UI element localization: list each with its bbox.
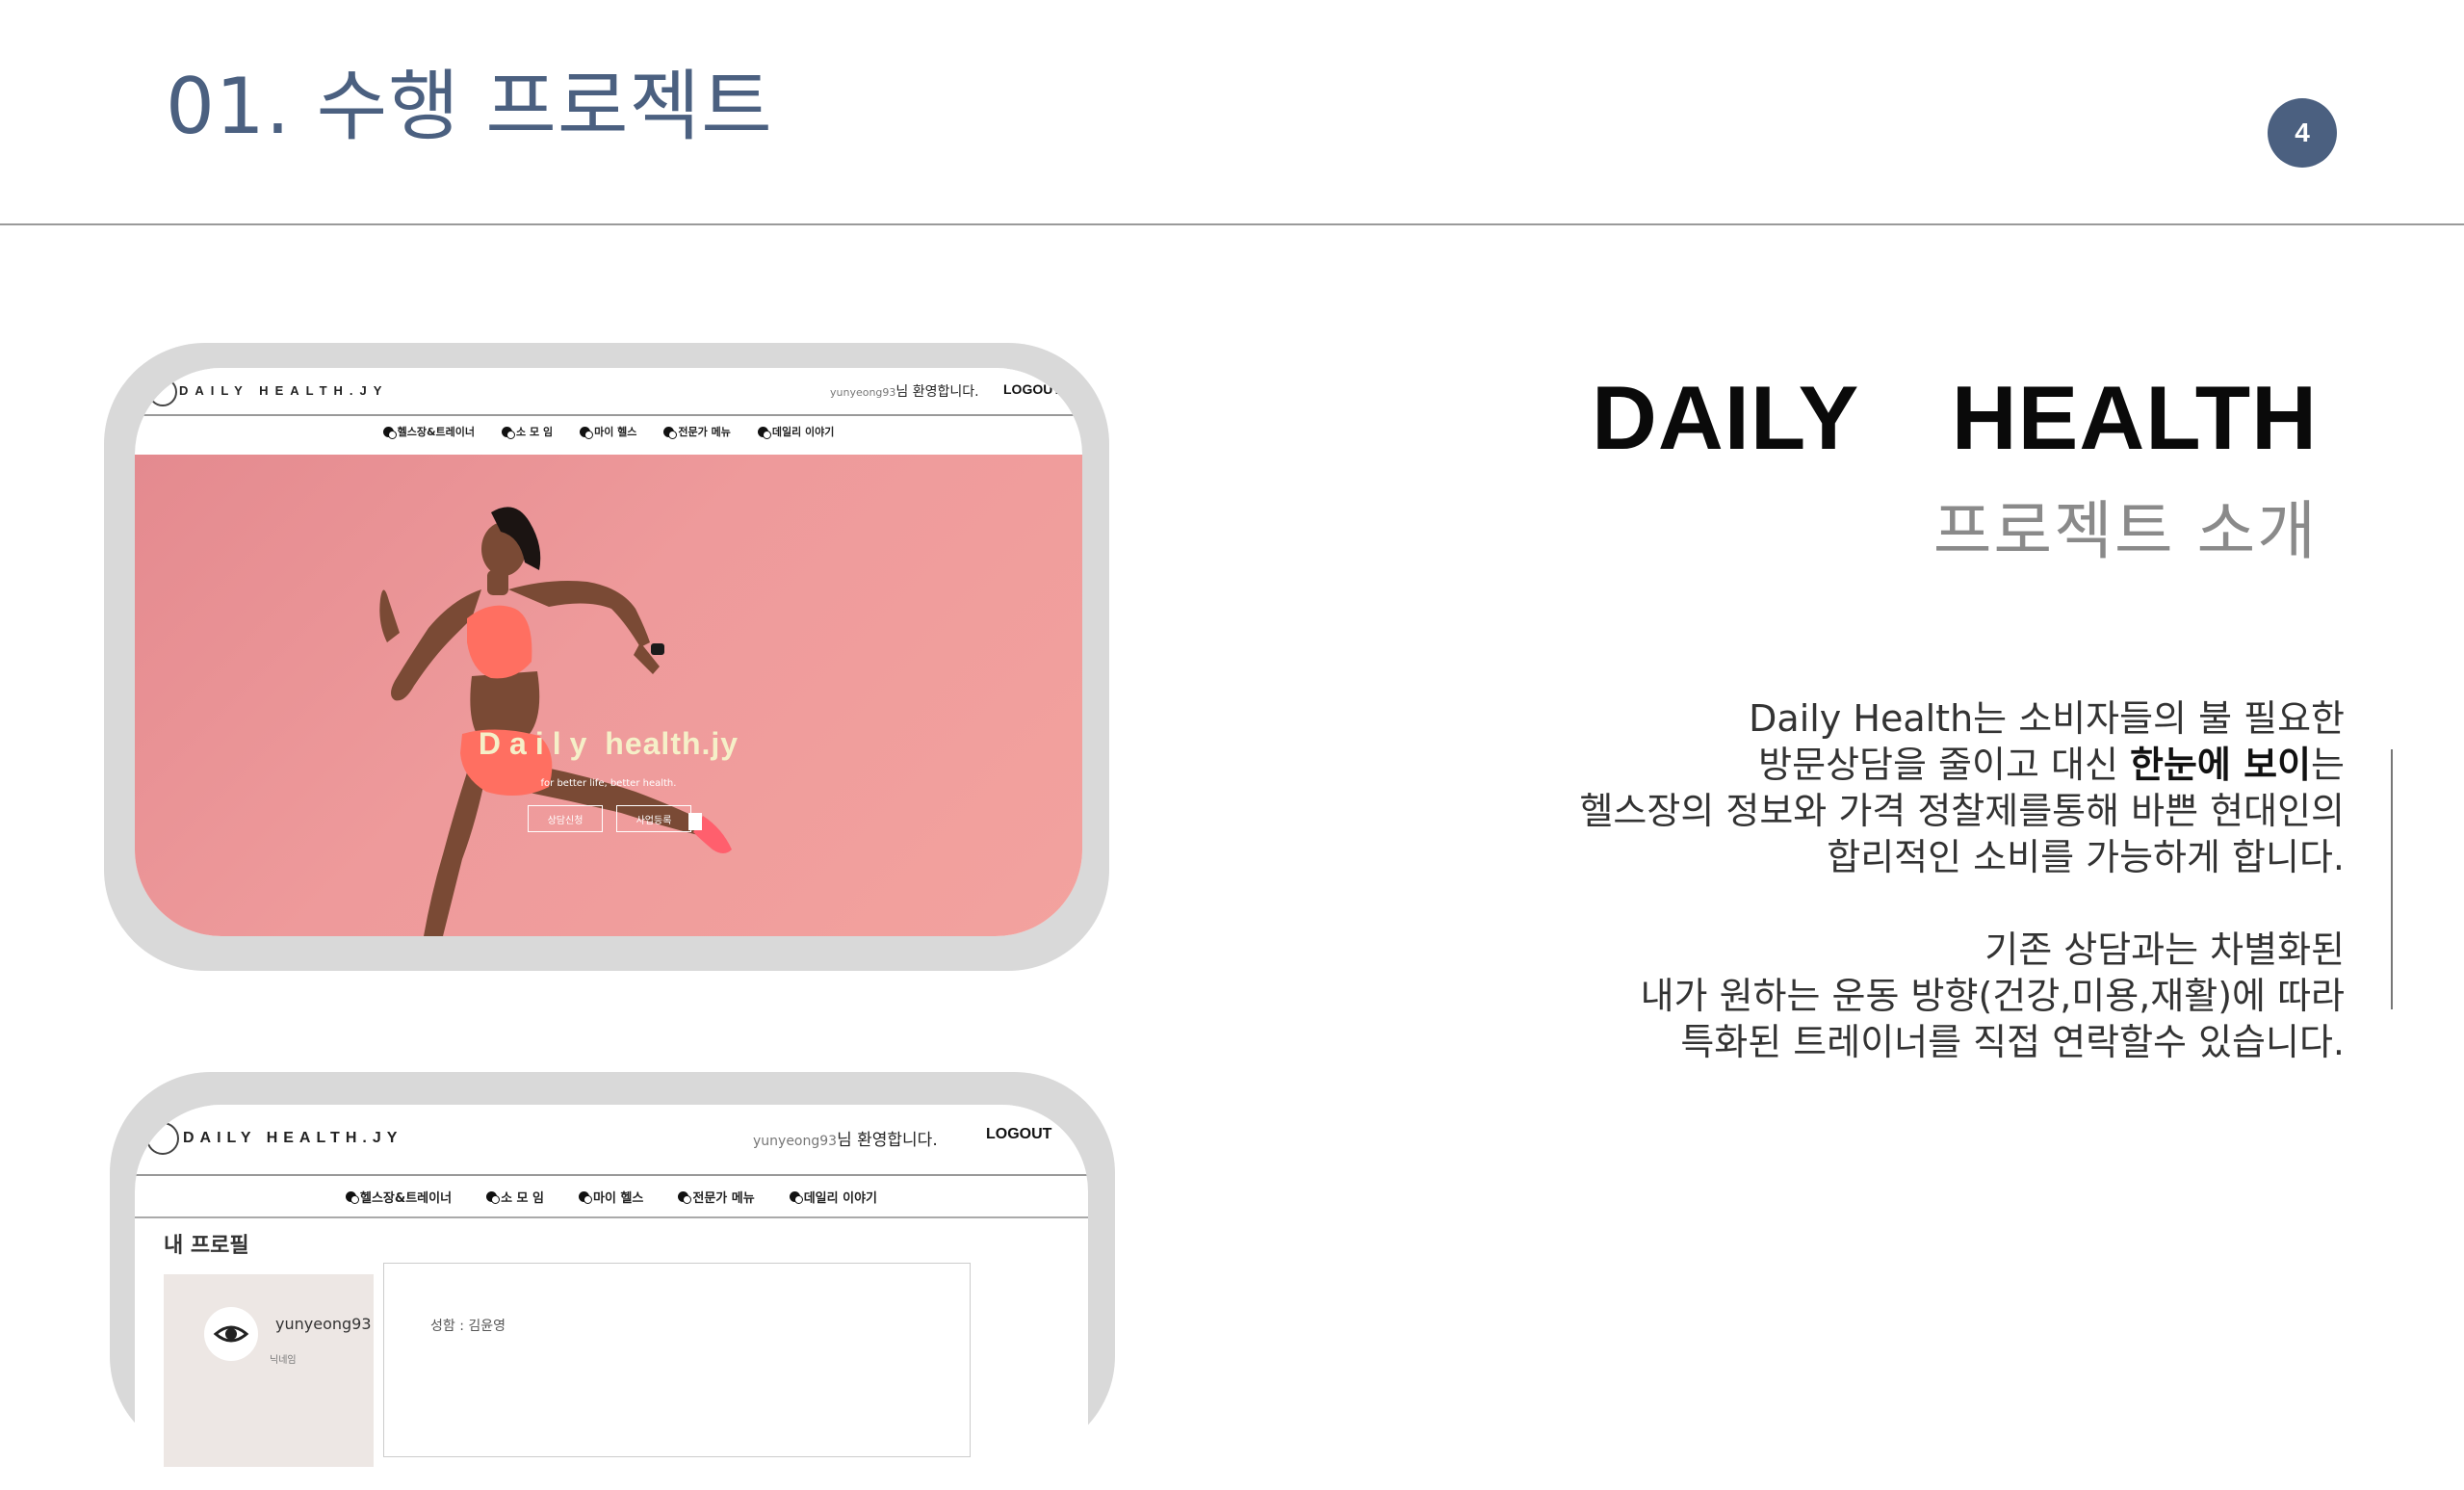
runner-image: [379, 507, 732, 936]
nav-bullet-icon: [789, 1190, 803, 1204]
nav-item-meetup[interactable]: 소 모 임: [486, 1186, 544, 1207]
nav-label: 마이 헬스: [594, 426, 637, 438]
nav-label: 마이 헬스: [593, 1190, 644, 1206]
desc-line-emphasis: 방문상담을 줄이고 대신 한눈에 보이는: [1382, 742, 2345, 788]
avatar: [204, 1307, 258, 1361]
profile-info-panel: 성함 : 김윤영: [383, 1263, 971, 1457]
desc-text: 는: [2311, 744, 2345, 786]
nav-bullet-icon: [678, 1190, 692, 1204]
site-header: DAILY HEALTH.JY yunyeong93님 환영합니다. LOGOU…: [135, 1105, 1088, 1176]
consult-request-button[interactable]: 상담신청: [528, 805, 603, 832]
desc-line: 내가 원하는 운동 방향(건강,미용,재활)에 따라: [1640, 975, 2345, 1017]
desc-line: 기존 상담과는 차별화된: [1984, 928, 2345, 971]
welcome-username: yunyeong93: [753, 1134, 838, 1149]
nav-item-gym-trainer[interactable]: 헬스장&트레이너: [346, 1186, 452, 1207]
header-divider: [0, 223, 2464, 225]
nav-label: 데일리 이야기: [771, 426, 835, 438]
profile-username: yunyeong93: [275, 1315, 372, 1333]
welcome-message: yunyeong93님 환영합니다.: [753, 1126, 938, 1150]
profile-nickname: 닉네임: [270, 1355, 297, 1366]
business-register-button[interactable]: 사업등록: [616, 805, 691, 832]
nav-bullet-icon: [502, 426, 516, 439]
nav-label: 소 모 임: [501, 1190, 544, 1206]
nav-label: 소 모 임: [516, 426, 554, 438]
nav-bullet-icon: [757, 426, 771, 439]
nav-bullet-icon: [346, 1190, 359, 1204]
hero-buttons: 상담신청 사업등록: [528, 805, 691, 832]
profile-page-screen: DAILY HEALTH.JY yunyeong93님 환영합니다. LOGOU…: [135, 1105, 1088, 1490]
welcome-text: 님 환영합니다.: [895, 384, 979, 400]
desc-line: 특화된 트레이너를 직접 연락할수 있습니다.: [1680, 1021, 2345, 1063]
brand-subtitle: 프로젝트 소개: [1932, 494, 2318, 568]
desc-line: Daily Health는 소비자들의 불 필요한: [1749, 697, 2345, 740]
nav-item-daily-story[interactable]: 데일리 이야기: [789, 1186, 877, 1207]
page-number-badge: 4: [2268, 98, 2337, 168]
desc-line: 합리적인 소비를 가능하게 합니다.: [1827, 836, 2345, 878]
hero-title: Daily health.jy: [135, 726, 1082, 762]
welcome-message: yunyeong93님 환영합니다.: [830, 381, 979, 401]
profile-page-mockup: DAILY HEALTH.JY yunyeong93님 환영합니다. LOGOU…: [110, 1072, 1115, 1490]
nav-label: 데일리 이야기: [803, 1190, 877, 1206]
desc-spacer: [1382, 880, 2345, 927]
site-nav: 헬스장&트레이너 소 모 임 마이 헬스 전문가 메뉴 데일리 이야기: [135, 424, 1082, 439]
desc-text: 방문상담을 줄이고 대신: [1758, 744, 2130, 786]
profile-name-field: 성함 : 김윤영: [430, 1319, 506, 1334]
nav-bullet-icon: [580, 426, 594, 439]
nav-label: 전문가 메뉴: [692, 1190, 755, 1206]
hero-tagline: for better life, better health.: [540, 778, 677, 789]
nav-item-my-health[interactable]: 마이 헬스: [580, 424, 636, 439]
nav-item-gym-trainer[interactable]: 헬스장&트레이너: [382, 424, 476, 439]
logout-link[interactable]: LOGOUT: [986, 1126, 1051, 1143]
hero-banner: Daily health.jy for better life, better …: [135, 455, 1082, 936]
welcome-text: 님 환영합니다.: [837, 1131, 938, 1150]
brand-title: DAILY HEALTH: [1592, 367, 2318, 468]
nav-label: 헬스장&트레이너: [397, 426, 476, 438]
nav-item-daily-story[interactable]: 데일리 이야기: [757, 424, 835, 439]
nav-label: 헬스장&트레이너: [360, 1190, 453, 1206]
desc-bold-text: 한눈에 보이: [2130, 744, 2312, 786]
site-logo[interactable]: DAILY HEALTH.JY: [179, 383, 388, 398]
hero-title-health: health.jy: [595, 726, 739, 761]
profile-heading: 내 프로필: [164, 1234, 249, 1258]
site-logo[interactable]: DAILY HEALTH.JY: [183, 1130, 402, 1147]
accent-vertical-line: [2391, 749, 2393, 1009]
logo-circle-icon: [146, 1122, 179, 1155]
site-header: DAILY HEALTH.JY yunyeong93님 환영합니다. LOGOU…: [135, 368, 1082, 416]
nav-bullet-icon: [579, 1190, 592, 1204]
nav-item-expert-menu[interactable]: 전문가 메뉴: [678, 1186, 755, 1207]
slide-title: 01. 수행 프로젝트: [166, 62, 773, 151]
profile-card: yunyeong93 닉네임: [164, 1274, 374, 1467]
nav-item-my-health[interactable]: 마이 헬스: [579, 1186, 643, 1207]
project-description: Daily Health는 소비자들의 불 필요한 방문상담을 줄이고 대신 한…: [1382, 695, 2345, 1065]
hero-title-daily: Daily: [478, 726, 596, 761]
nav-item-expert-menu[interactable]: 전문가 메뉴: [663, 424, 731, 439]
logo-circle-icon: [148, 378, 177, 406]
logout-link[interactable]: LOGOUT: [1003, 381, 1061, 397]
nav-bullet-icon: [486, 1190, 501, 1204]
nav-item-meetup[interactable]: 소 모 임: [502, 424, 553, 439]
eye-icon[interactable]: [204, 1307, 258, 1361]
nav-bullet-icon: [382, 426, 397, 439]
desc-line: 헬스장의 정보와 가격 정찰제를통해 바쁜 현대인의: [1579, 790, 2345, 832]
nav-bullet-icon: [663, 426, 678, 439]
main-page-screen: DAILY HEALTH.JY yunyeong93님 환영합니다. LOGOU…: [135, 368, 1082, 936]
nav-label: 전문가 메뉴: [678, 426, 731, 438]
site-nav: 헬스장&트레이너 소 모 임 마이 헬스 전문가 메뉴 데일리 이야기: [135, 1186, 1088, 1218]
main-page-mockup: DAILY HEALTH.JY yunyeong93님 환영합니다. LOGOU…: [104, 343, 1109, 971]
welcome-username: yunyeong93: [830, 386, 896, 399]
